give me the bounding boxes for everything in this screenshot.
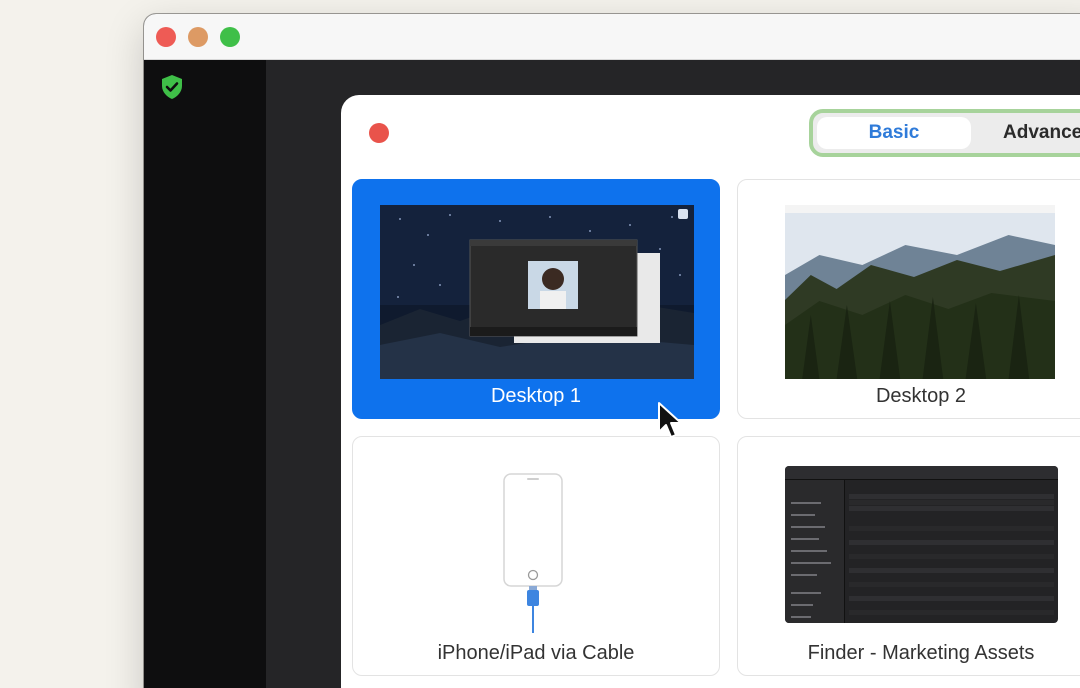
window-close-button[interactable] xyxy=(156,27,176,47)
share-option-label: Finder - Marketing Assets xyxy=(807,642,1035,664)
window-minimize-button[interactable] xyxy=(188,27,208,47)
share-option-label: iPhone/iPad via Cable xyxy=(437,642,635,664)
share-option-desktop-2[interactable]: Desktop 2 xyxy=(737,179,1080,419)
share-option-finder-window[interactable]: Finder - Marketing Assets xyxy=(737,436,1080,676)
share-screen-dialog: Basic Advance Desktop 1 Desktop 2 iPhone… xyxy=(341,95,1080,688)
share-mode-tabs: Basic Advance xyxy=(809,109,1080,157)
window-zoom-button[interactable] xyxy=(220,27,240,47)
finder-window-preview xyxy=(785,466,1058,623)
desktop-1-preview xyxy=(380,205,694,379)
desktop-2-preview xyxy=(785,205,1055,379)
tab-advanced[interactable]: Advance xyxy=(1003,117,1080,149)
share-option-label: Desktop 2 xyxy=(875,385,967,407)
iphone-cable-icon xyxy=(503,473,563,633)
tab-basic[interactable]: Basic xyxy=(817,117,971,149)
shield-check-icon[interactable] xyxy=(160,74,184,100)
share-option-desktop-1[interactable]: Desktop 1 xyxy=(352,179,720,419)
sidebar xyxy=(144,60,266,688)
dialog-close-button[interactable] xyxy=(369,123,389,143)
mouse-cursor-icon xyxy=(658,402,682,438)
share-option-iphone-ipad[interactable]: iPhone/iPad via Cable xyxy=(352,436,720,676)
title-bar xyxy=(144,14,1080,60)
